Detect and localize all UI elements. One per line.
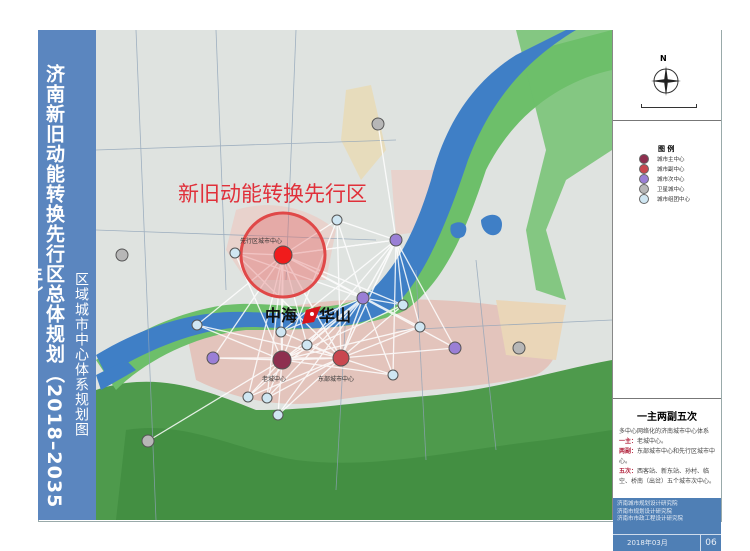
legend-swatch <box>639 184 649 194</box>
regional-center-map <box>96 30 612 520</box>
city-center-node <box>191 319 203 331</box>
credit-line: 济南市市政工程设计研究院 <box>617 516 684 522</box>
side-panel: N 图 例 城市主中心 城市副中心 城市次中心 卫星城中心 城市组团中心 一主两副五次 … <box>612 30 721 551</box>
scheme-one-text: 老城中心。 <box>637 438 668 445</box>
label-pilot-center: 先行区城市中心 <box>240 238 283 245</box>
place-label-left: 中海 <box>265 306 298 325</box>
legend-label: 城市副中心 <box>657 167 685 173</box>
scheme-description: 多中心网络化的济南城市中心体系 一主：老城中心。 两副：东部城市中心和先行区城市… <box>619 427 717 487</box>
credit-line: 济南市规划设计研究院 <box>617 508 673 515</box>
city-center-node <box>242 391 254 403</box>
scheme-one-label: 一主： <box>619 438 638 445</box>
city-center-node <box>301 339 313 351</box>
city-center-node <box>332 349 350 367</box>
scheme-two-label: 两副： <box>619 448 638 455</box>
legend-label: 城市组团中心 <box>657 197 691 203</box>
city-center-node <box>206 351 220 365</box>
legend-item: 城市主中心 <box>639 154 685 164</box>
legend-item: 卫星城中心 <box>639 184 685 194</box>
legend-title: 图 例 <box>658 145 675 153</box>
city-center-node <box>356 291 370 305</box>
legend-item: 城市次中心 <box>639 174 685 184</box>
north-label: N <box>660 54 667 63</box>
city-center-node <box>261 392 273 404</box>
label-old-town-center: 老城中心 <box>262 376 287 383</box>
city-center-node <box>141 434 155 448</box>
place-label-right: 华山 <box>319 306 352 325</box>
legend-label: 城市主中心 <box>657 157 685 163</box>
credits: 济南城市规划设计研究院 济南市规划设计研究院 济南市市政工程设计研究院 <box>613 498 721 534</box>
legend-item: 城市副中心 <box>639 164 685 174</box>
scheme-title: 一主两副五次 <box>637 412 697 423</box>
legend-label: 城市次中心 <box>657 177 685 183</box>
legend-item: 城市组团中心 <box>639 194 690 204</box>
scale-bar <box>641 104 697 108</box>
city-center-node <box>331 214 343 226</box>
city-center-node <box>448 341 462 355</box>
city-center-node <box>512 341 526 355</box>
divider <box>613 398 721 399</box>
city-center-node <box>387 369 399 381</box>
divider <box>613 120 721 121</box>
map-title: 济南新旧动能转换先行区总体规划（2018–2035年） <box>21 63 65 509</box>
city-center-node <box>414 321 426 333</box>
city-center-node <box>272 409 284 421</box>
scheme-intro: 多中心网络化的济南城市中心体系 <box>619 428 710 435</box>
legend-swatch <box>639 154 649 164</box>
date: 2018年03月 <box>627 539 668 547</box>
pilot-zone-label: 新旧动能转换先行区 <box>178 182 367 206</box>
title-bar: 济南新旧动能转换先行区总体规划（2018–2035年） 区域城市中心体系规划图 <box>21 30 96 520</box>
legend-label: 卫星城中心 <box>657 187 685 193</box>
city-center-node <box>389 233 403 247</box>
compass-icon <box>651 66 681 96</box>
map-subtitle: 区域城市中心体系规划图 <box>73 272 89 437</box>
scheme-five-label: 五次： <box>619 468 638 475</box>
city-center-node <box>229 247 241 259</box>
place-label: 中海 华山 <box>265 302 351 326</box>
legend-swatch <box>639 174 649 184</box>
city-center-node <box>371 117 385 131</box>
city-center-node <box>115 248 129 262</box>
legend-swatch <box>639 194 649 204</box>
legend-swatch <box>639 164 649 174</box>
city-center-node <box>272 350 292 370</box>
credit-line: 济南城市规划设计研究院 <box>617 501 678 507</box>
city-center-node <box>273 245 293 265</box>
footer: 2018年03月 06 <box>613 534 721 551</box>
city-center-node <box>397 299 409 311</box>
city-center-node <box>275 326 287 338</box>
label-east-center: 东部城市中心 <box>318 376 355 383</box>
